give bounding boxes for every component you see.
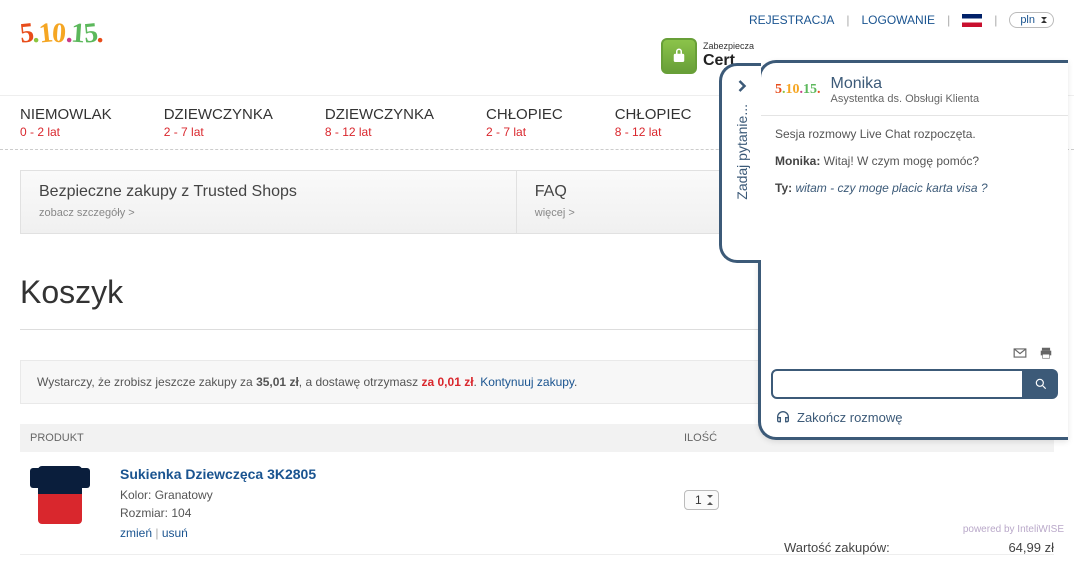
chat-widget: Zadaj pytanie... 5.10.15. Monika Asysten…	[758, 60, 1068, 440]
nav-cat-dziewczynka-8-12[interactable]: DZIEWCZYNKA8 - 12 lat	[325, 96, 456, 149]
product-name[interactable]: Sukienka Dziewczęca 3K2805	[120, 466, 684, 482]
chat-send-button[interactable]	[1024, 369, 1058, 399]
separator: |	[846, 13, 849, 27]
product-size: Rozmiar: 104	[120, 504, 684, 522]
nav-cat-dziewczynka-2-7[interactable]: DZIEWCZYNKA2 - 7 lat	[164, 96, 295, 149]
chat-toolbar	[761, 346, 1068, 369]
headset-icon	[775, 409, 791, 425]
agent-name: Monika	[831, 75, 980, 93]
continue-shopping-link[interactable]: Kontynuuj zakupy	[480, 375, 574, 389]
currency-select[interactable]: pln	[1009, 12, 1054, 28]
qty-select[interactable]: 1	[684, 490, 719, 510]
shipping-price: za 0,01 zł	[422, 375, 474, 389]
summary-label: Wartość zakupów:	[784, 540, 890, 555]
chat-input[interactable]	[771, 369, 1024, 399]
card-trusted-shops[interactable]: Bezpieczne zakupy z Trusted Shops zobacz…	[21, 171, 517, 233]
agent-role: Asystentka ds. Obsługi Klienta	[831, 93, 980, 105]
top-bar: REJESTRACJA | LOGOWANIE | | pln	[749, 12, 1054, 28]
qty-cell: 1	[684, 466, 804, 510]
separator: |	[947, 13, 950, 27]
chat-messages: Sesja rozmowy Live Chat rozpoczęta. Moni…	[761, 116, 1068, 346]
chat-session-msg: Sesja rozmowy Live Chat rozpoczęta.	[775, 126, 1054, 143]
card-link[interactable]: zobacz szczegóły >	[39, 207, 498, 219]
col-product: PRODUKT	[30, 432, 684, 444]
card-title: Bezpieczne zakupy z Trusted Shops	[39, 183, 498, 201]
flag-uk-icon[interactable]	[962, 14, 982, 27]
product-thumbnail[interactable]	[30, 466, 90, 526]
product-color: Kolor: Granatowy	[120, 486, 684, 504]
lock-shield-icon	[661, 38, 697, 74]
chat-message-agent: Monika: Witaj! W czym mogę pomóc?	[775, 153, 1054, 170]
print-icon[interactable]	[1038, 346, 1054, 360]
end-chat-button[interactable]: Zakończ rozmowę	[761, 399, 1068, 437]
badge-small-text: Zabezpiecza	[703, 42, 754, 52]
logo[interactable]: 5.10.15.	[20, 18, 103, 50]
chat-input-row	[761, 369, 1068, 399]
chat-collapse-tab[interactable]: Zadaj pytanie...	[719, 63, 761, 263]
change-link[interactable]: zmień	[120, 526, 152, 540]
cart-table: PRODUKT ILOŚĆ Sukienka Dziewczęca 3K2805…	[20, 424, 1054, 555]
powered-by: powered by InteliWISE	[963, 524, 1064, 535]
order-summary: Wartość zakupów: 64,99 zł	[784, 540, 1054, 555]
summary-value: 64,99 zł	[1008, 540, 1054, 555]
chat-logo-icon: 5.10.15.	[775, 82, 821, 98]
chat-tab-label: Zadaj pytanie...	[734, 104, 750, 200]
chat-header: 5.10.15. Monika Asystentka ds. Obsługi K…	[761, 63, 1068, 116]
nav-cat-niemowlak[interactable]: NIEMOWLAK0 - 2 lat	[20, 96, 134, 149]
remove-link[interactable]: usuń	[162, 526, 188, 540]
nav-cat-chlopiec-2-7[interactable]: CHŁOPIEC2 - 7 lat	[486, 96, 585, 149]
remaining-amount: 35,01 zł	[256, 375, 299, 389]
search-icon	[1034, 377, 1048, 391]
chat-message-user: Ty: witam - czy moge placic karta visa ?	[775, 180, 1054, 197]
email-icon[interactable]	[1012, 346, 1028, 360]
chevron-right-icon	[732, 76, 752, 96]
nav-cat-chlopiec-8-12[interactable]: CHŁOPIEC8 - 12 lat	[615, 96, 714, 149]
register-link[interactable]: REJESTRACJA	[749, 13, 834, 27]
login-link[interactable]: LOGOWANIE	[861, 13, 935, 27]
separator: |	[994, 13, 997, 27]
product-details: Sukienka Dziewczęca 3K2805 Kolor: Granat…	[120, 466, 684, 540]
